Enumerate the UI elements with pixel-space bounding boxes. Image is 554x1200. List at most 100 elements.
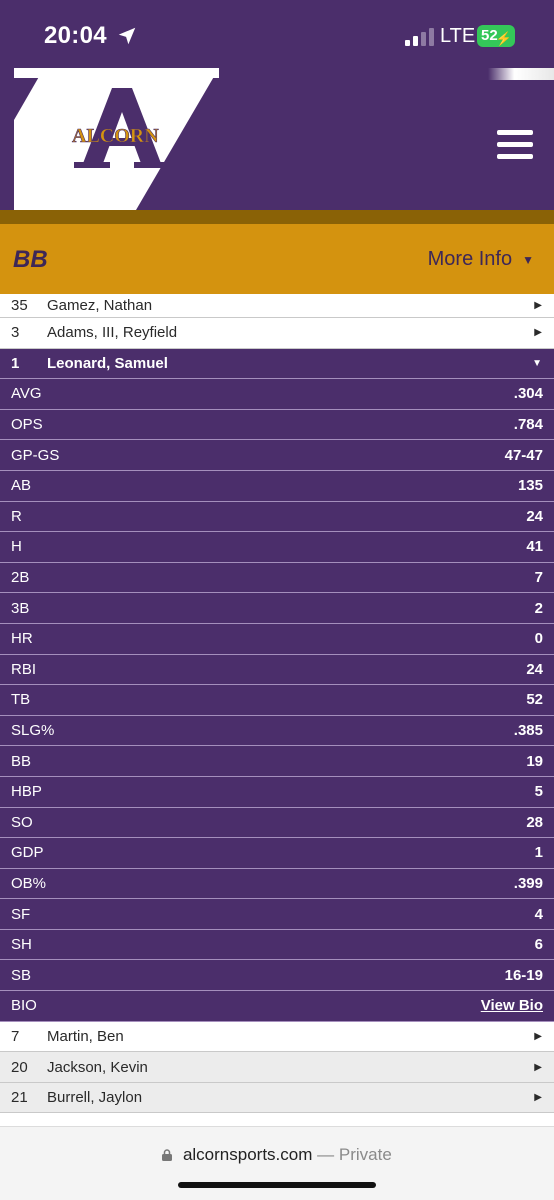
stat-value: 24 — [526, 660, 543, 678]
player-row[interactable]: 3 Adams, III, Reyfield ▶ — [0, 318, 554, 349]
header-divider — [0, 210, 554, 224]
player-number: 7 — [11, 1027, 20, 1045]
player-row[interactable]: 7 Martin, Ben ▶ — [0, 1021, 554, 1053]
bio-row: BIO View Bio — [0, 991, 554, 1022]
stat-label: SLG% — [11, 722, 55, 740]
charging-bolt-icon: ⚡ — [495, 31, 512, 46]
stat-label: R — [11, 507, 22, 525]
stat-label: TB — [11, 691, 31, 709]
view-bio-link[interactable]: View Bio — [481, 997, 543, 1014]
player-name: Martin, Ben — [47, 1027, 124, 1045]
stat-label: 2B — [11, 569, 30, 587]
stat-row: SO 28 — [0, 807, 554, 839]
player-name: Burrell, Jaylon — [47, 1089, 143, 1107]
stat-row: R 24 — [0, 501, 554, 533]
stat-value: 52 — [526, 691, 543, 709]
section-title: BB — [13, 246, 48, 273]
stat-row: GP-GS 47-47 — [0, 440, 554, 471]
stat-label: OB% — [11, 874, 47, 892]
player-row-selected[interactable]: 1 Leonard, Samuel ▼ — [0, 348, 554, 380]
stat-row: RBI 24 — [0, 654, 554, 686]
bio-label: BIO — [11, 997, 37, 1015]
stat-row: AVG .304 — [0, 379, 554, 410]
caret-down-icon: ▼ — [522, 252, 534, 267]
stat-label: OPS — [11, 416, 43, 434]
player-number: 35 — [11, 297, 28, 314]
stat-row: AB 135 — [0, 470, 554, 502]
expand-arrow-icon: ▶ — [534, 300, 542, 311]
stat-label: GDP — [11, 844, 44, 862]
browsing-mode: Private — [338, 1145, 392, 1164]
alcorn-logo[interactable]: ALCORN — [14, 68, 219, 210]
player-name: Leonard, Samuel — [47, 354, 168, 372]
stat-row: SB 16-19 — [0, 960, 554, 992]
url-display: alcornsports.com — Private — [0, 1145, 554, 1165]
stat-row: 3B 2 — [0, 593, 554, 624]
lock-icon — [162, 1149, 173, 1161]
stat-label: RBI — [11, 660, 37, 678]
stat-label: AB — [11, 477, 32, 495]
stat-value: .385 — [513, 722, 543, 740]
status-time: 20:04 — [44, 22, 107, 49]
player-number: 21 — [11, 1089, 28, 1107]
stat-label: BB — [11, 752, 32, 770]
stat-value: 16-19 — [504, 966, 543, 984]
player-name: Gamez, Nathan — [47, 297, 153, 314]
stat-row: BB 19 — [0, 746, 554, 777]
stat-label: SO — [11, 813, 33, 831]
location-arrow-icon — [118, 27, 136, 45]
stat-label: 3B — [11, 599, 30, 617]
stat-value: .399 — [513, 874, 543, 892]
stat-value: 19 — [526, 752, 543, 770]
stat-value: 5 — [534, 783, 543, 801]
expand-arrow-icon: ▶ — [534, 1092, 542, 1104]
stat-label: SF — [11, 905, 31, 923]
player-row[interactable]: 21 Burrell, Jaylon ▶ — [0, 1082, 554, 1114]
stat-row: OPS .784 — [0, 409, 554, 441]
stat-row: SF 4 — [0, 899, 554, 930]
roster-list: 35 Gamez, Nathan ▶ 3 Adams, III, Reyfiel… — [0, 294, 554, 1114]
site-header: ALCORN — [0, 68, 554, 210]
stat-value: 7 — [534, 569, 543, 587]
stat-row: HBP 5 — [0, 776, 554, 808]
browser-url-bar[interactable]: alcornsports.com — Private — [0, 1126, 554, 1200]
stat-row: GDP 1 — [0, 838, 554, 869]
stat-value: 41 — [526, 538, 543, 556]
expand-arrow-icon: ▶ — [534, 1030, 542, 1042]
player-row[interactable]: 20 Jackson, Kevin ▶ — [0, 1052, 554, 1083]
stat-value: 6 — [534, 936, 543, 954]
stat-label: GP-GS — [11, 446, 60, 464]
more-info-label: More Info — [427, 248, 513, 270]
cellular-signal-icon — [405, 28, 434, 46]
stat-value: 1 — [534, 844, 543, 862]
player-number: 20 — [11, 1058, 28, 1076]
stat-row: SLG% .385 — [0, 715, 554, 747]
expand-arrow-icon: ▶ — [534, 1061, 542, 1073]
stat-value: 47-47 — [504, 446, 543, 464]
stat-label: SH — [11, 936, 32, 954]
stat-row: TB 52 — [0, 685, 554, 716]
player-stats: AVG .304 OPS .784 GP-GS 47-47 AB 135 R 24 H 41 2B 7 3B… — [0, 379, 554, 992]
menu-icon[interactable] — [497, 130, 533, 160]
player-number: 3 — [11, 324, 20, 342]
stat-row: H 41 — [0, 532, 554, 563]
player-number: 1 — [11, 354, 20, 372]
stat-value: .784 — [513, 416, 543, 434]
stat-value: .304 — [513, 385, 543, 403]
player-row[interactable]: 35 Gamez, Nathan ▶ — [0, 294, 554, 318]
status-bar: 20:04 LTE 52 ⚡ — [0, 0, 554, 68]
stat-label: AVG — [11, 385, 42, 403]
stat-row: HR 0 — [0, 623, 554, 655]
stat-row: OB% .399 — [0, 868, 554, 900]
home-indicator[interactable] — [178, 1182, 376, 1188]
stat-value: 24 — [526, 507, 543, 525]
player-name: Jackson, Kevin — [47, 1058, 148, 1076]
url-domain: alcornsports.com — [182, 1145, 313, 1164]
stat-label: HR — [11, 630, 33, 648]
stat-label: SB — [11, 966, 32, 984]
stat-label: HBP — [11, 783, 42, 801]
stat-value: 2 — [534, 599, 543, 617]
more-info-button[interactable]: More Info ▼ — [428, 248, 534, 271]
player-name: Adams, III, Reyfield — [47, 324, 178, 342]
stat-value: 135 — [517, 477, 543, 495]
